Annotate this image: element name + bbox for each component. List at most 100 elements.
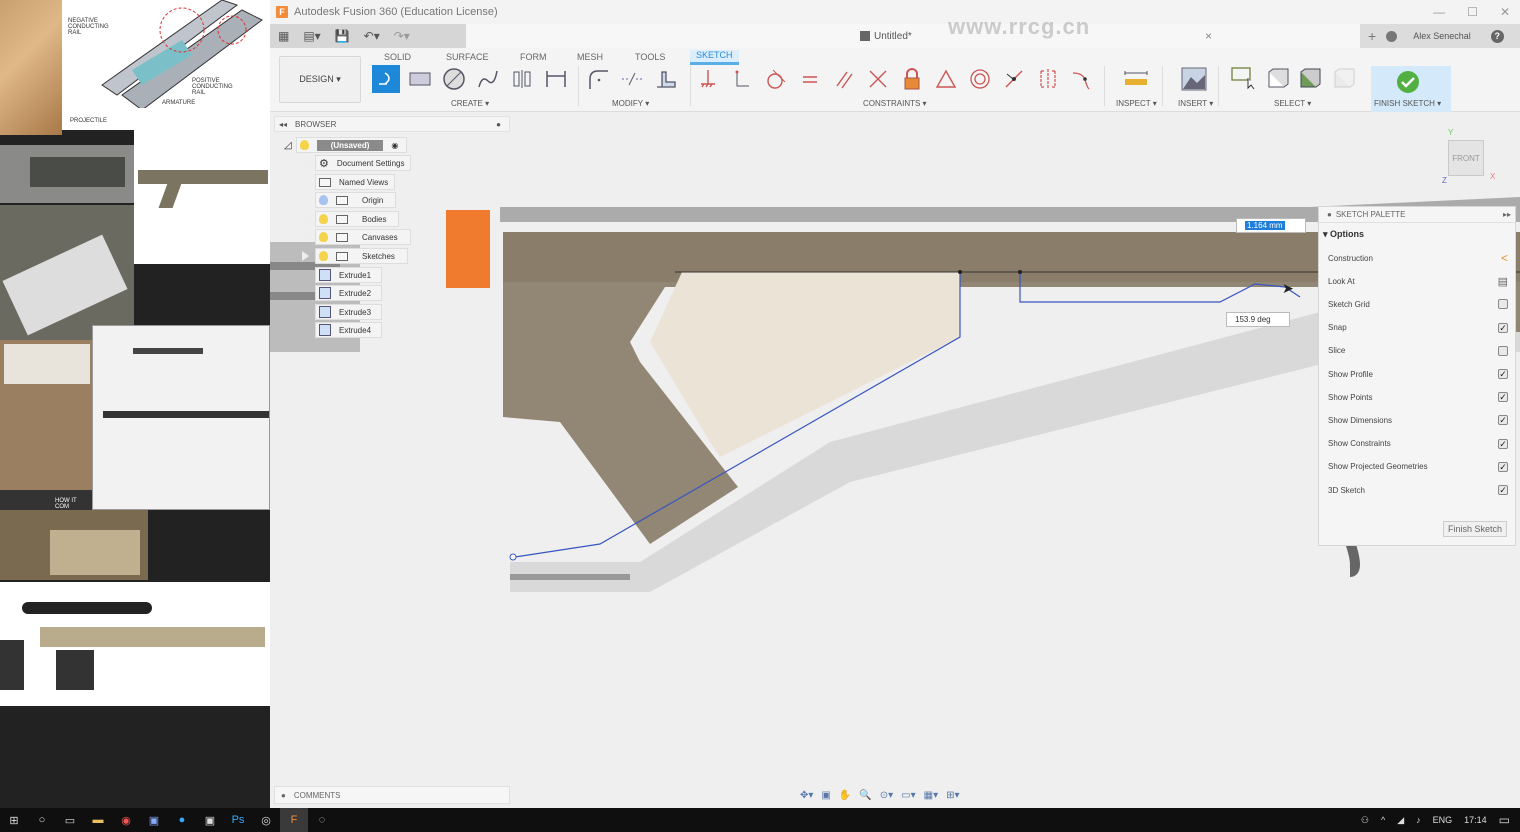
lock-constraint-icon[interactable] <box>898 65 926 93</box>
curvature-constraint-icon[interactable] <box>1068 65 1096 93</box>
fusion-taskbar-icon[interactable]: F <box>280 808 308 832</box>
select-disabled-tool[interactable] <box>1330 65 1358 93</box>
select-group-label[interactable]: SELECT ▾ <box>1274 99 1311 108</box>
circle-tool[interactable] <box>440 65 468 93</box>
fit-icon[interactable]: ⊙▾ <box>880 790 893 801</box>
browser-panel-header[interactable]: ◂◂ BROWSER ● <box>274 116 510 132</box>
file-menu-icon[interactable]: ▤▾ <box>303 29 320 43</box>
modify-group-label[interactable]: MODIFY ▾ <box>612 99 649 108</box>
pan-icon[interactable]: ✋ <box>839 790 851 801</box>
expand-arrow-icon[interactable] <box>302 158 309 168</box>
checkbox[interactable]: ✓ <box>1498 461 1508 472</box>
measure-tool[interactable] <box>1122 65 1150 93</box>
modeling-canvas[interactable]: ◂◂ BROWSER ● ◿ (Unsaved) ◉ ⚙ Document Set… <box>270 112 1520 784</box>
app-icon[interactable]: ◌ <box>308 808 336 832</box>
start-button-icon[interactable]: ⊞ <box>0 808 28 832</box>
sketch-palette-header[interactable]: ● SKETCH PALETTE ▸▸ <box>1319 207 1515 223</box>
palette-option-show-dimensions[interactable]: Show Dimensions ✓ <box>1328 413 1508 427</box>
viewports-icon[interactable]: ⊞▾ <box>946 790 959 801</box>
look-at-icon[interactable]: ▣ <box>821 790 830 801</box>
grid-settings-icon[interactable]: ▦▾ <box>924 790 938 801</box>
timeline-item-extrude1[interactable]: Extrude1 <box>315 267 383 283</box>
constraints-group-label[interactable]: CONSTRAINTS ▾ <box>863 99 927 108</box>
minimize-button[interactable]: — <box>1433 5 1445 19</box>
palette-pin-icon[interactable]: ● <box>1327 210 1332 219</box>
browser-item-canvases[interactable]: Canvases <box>302 229 411 245</box>
browser-item-named-views[interactable]: Named Views <box>302 174 396 190</box>
people-icon[interactable]: ⚇ <box>1361 815 1369 826</box>
visibility-bulb-icon[interactable] <box>319 214 328 224</box>
checkbox[interactable]: ✓ <box>1498 322 1508 333</box>
app-icon[interactable]: ▣ <box>196 808 224 832</box>
help-icon[interactable]: ? <box>1490 29 1504 43</box>
palette-option-slice[interactable]: Slice <box>1328 344 1508 358</box>
network-icon[interactable]: ◢ <box>1397 815 1404 826</box>
selection-priority-tool[interactable] <box>1264 65 1292 93</box>
palette-option-snap[interactable]: Snap ✓ <box>1328 321 1508 335</box>
look-at-icon[interactable]: ▤ <box>1498 275 1508 288</box>
palette-option-show-profile[interactable]: Show Profile ✓ <box>1328 367 1508 381</box>
tangent-constraint-icon[interactable] <box>762 65 790 93</box>
telegram-icon[interactable]: ● <box>168 808 196 832</box>
volume-icon[interactable]: ♪ <box>1416 815 1421 825</box>
collapse-browser-icon[interactable]: ◂◂ <box>279 120 287 129</box>
fillet-tool[interactable] <box>584 65 612 93</box>
expand-root-icon[interactable]: ◿ <box>284 140 292 151</box>
browser-pin-icon[interactable]: ● <box>496 120 501 129</box>
expand-arrow-icon[interactable] <box>302 195 309 205</box>
concentric-constraint-icon[interactable] <box>966 65 994 93</box>
palette-option-3d-sketch[interactable]: 3D Sketch ✓ <box>1328 483 1508 497</box>
midpoint-constraint-icon[interactable] <box>1000 65 1028 93</box>
angle-dimension-input[interactable]: 153.9 deg <box>1226 312 1290 327</box>
symmetry-constraint-icon[interactable] <box>1034 65 1062 93</box>
job-status-icon[interactable] <box>1386 30 1398 42</box>
view-cube[interactable]: FRONT <box>1448 140 1484 176</box>
visibility-bulb-icon[interactable] <box>319 251 328 261</box>
photoshop-icon[interactable]: Ps <box>224 808 252 832</box>
sketch-dimension-tool[interactable] <box>542 65 570 93</box>
browser-item-origin[interactable]: Origin <box>302 192 397 208</box>
visibility-bulb-icon[interactable] <box>319 195 328 205</box>
palette-finish-sketch-button[interactable]: Finish Sketch <box>1442 521 1507 537</box>
expand-arrow-icon[interactable] <box>302 232 309 242</box>
obs-icon[interactable]: ◎ <box>252 808 280 832</box>
tab-form[interactable]: FORM <box>520 52 547 62</box>
timeline-item-extrude3[interactable]: Extrude3 <box>315 304 383 320</box>
browser-item-document-settings[interactable]: ⚙ Document Settings <box>302 155 412 171</box>
parallel-constraint-icon[interactable] <box>830 65 858 93</box>
checkbox[interactable]: ✓ <box>1498 485 1508 495</box>
user-name[interactable]: Alex Senechal <box>1413 31 1471 41</box>
app-icon[interactable]: ▣ <box>140 808 168 832</box>
browser-root-node[interactable]: ◿ (Unsaved) ◉ <box>284 137 408 153</box>
maximize-button[interactable]: ☐ <box>1467 5 1478 19</box>
palette-expand-icon[interactable]: ▸▸ <box>1503 210 1511 219</box>
palette-option-show-constraints[interactable]: Show Constraints ✓ <box>1328 437 1508 451</box>
language-indicator[interactable]: ENG <box>1433 815 1453 825</box>
undo-icon[interactable]: ↶▾ <box>364 29 380 43</box>
search-icon[interactable]: ○ <box>28 808 56 832</box>
file-explorer-icon[interactable]: ▬ <box>84 808 112 832</box>
select-body-tool[interactable] <box>1296 65 1324 93</box>
palette-option-show-projected-geometries[interactable]: Show Projected Geometries ✓ <box>1328 460 1508 474</box>
spline-tool[interactable] <box>474 65 502 93</box>
checkbox[interactable]: ✓ <box>1498 438 1508 449</box>
checkbox[interactable]: ✓ <box>1498 392 1508 403</box>
insert-canvas-tool[interactable] <box>1180 65 1208 93</box>
chrome-icon[interactable]: ◉ <box>112 808 140 832</box>
palette-option-look-at[interactable]: Look At ▤ <box>1328 274 1508 288</box>
perpendicular-constraint-icon[interactable] <box>864 65 892 93</box>
create-group-label[interactable]: CREATE ▾ <box>451 99 489 108</box>
timeline-item-extrude2[interactable]: Extrude2 <box>315 285 383 301</box>
new-tab-button[interactable]: + <box>1368 28 1376 44</box>
expand-arrow-icon[interactable] <box>302 214 309 224</box>
coincident-constraint-icon[interactable] <box>728 65 756 93</box>
workspace-switcher[interactable]: DESIGN ▾ <box>279 56 361 103</box>
save-icon[interactable]: 💾 <box>335 29 350 43</box>
tab-sketch[interactable]: SKETCH <box>690 50 739 65</box>
visibility-bulb-icon[interactable] <box>299 140 309 150</box>
expand-arrow-icon[interactable] <box>302 251 309 261</box>
task-view-icon[interactable]: ▭ <box>56 808 84 832</box>
inspect-group-label[interactable]: INSPECT ▾ <box>1116 99 1157 108</box>
tab-surface[interactable]: SURFACE <box>446 52 489 62</box>
palette-option-construction[interactable]: Construction < <box>1328 251 1508 265</box>
